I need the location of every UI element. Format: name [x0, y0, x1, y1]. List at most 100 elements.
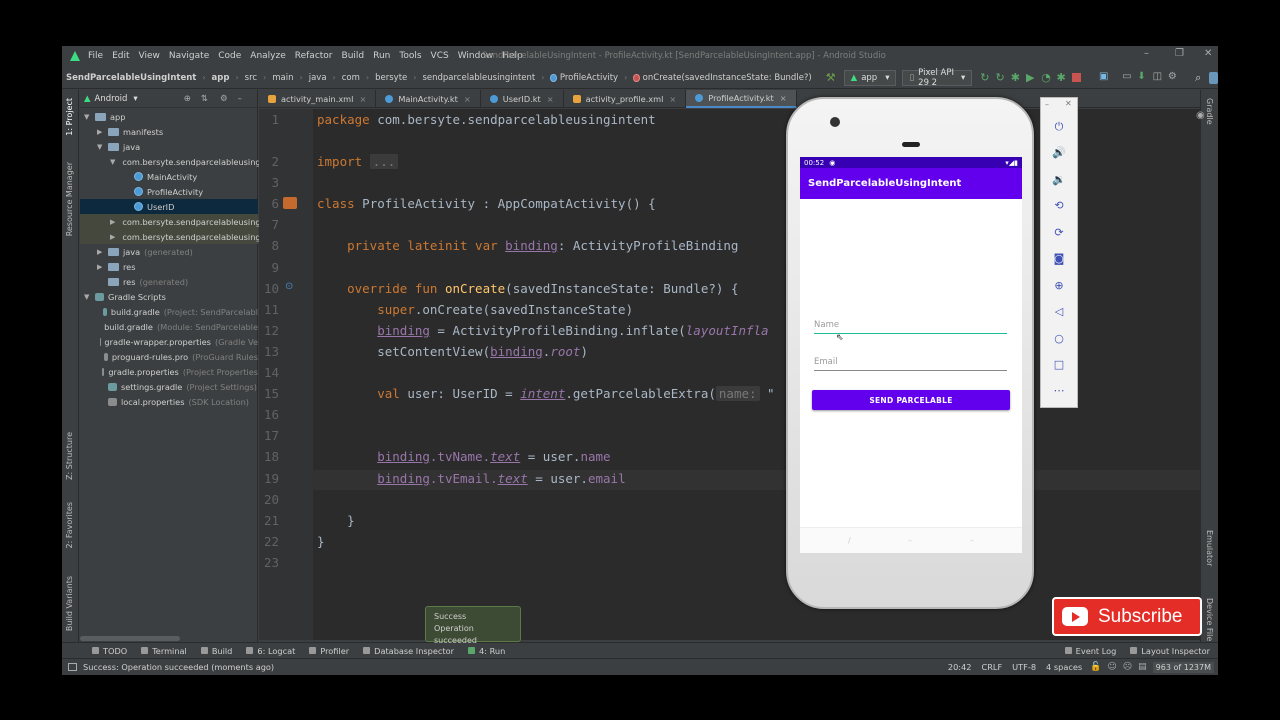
close-tab-icon[interactable]: ×	[780, 93, 787, 103]
horizontal-scrollbar[interactable]	[80, 636, 180, 641]
run-tab[interactable]: 4: Run	[468, 646, 505, 656]
back-icon[interactable]: ◁	[1052, 305, 1066, 319]
menu-build[interactable]: Build	[342, 51, 365, 61]
notifications-icon[interactable]: ▤	[1138, 662, 1147, 672]
tab-main-activity[interactable]: MainActivity.kt ×	[376, 89, 481, 108]
send-parcelable-button[interactable]: SEND PARCELABLE	[812, 390, 1010, 410]
gear-icon[interactable]: ⚙	[220, 94, 228, 104]
sdk-manager-icon[interactable]: ⬇	[1137, 71, 1147, 85]
coverage-icon[interactable]: ▶	[1026, 71, 1036, 85]
todo-tab[interactable]: TODO	[92, 646, 127, 656]
minimize-emulator-icon[interactable]: –	[1045, 100, 1049, 109]
status-panel-icon[interactable]	[68, 663, 77, 671]
breadcrumb-src[interactable]: src	[245, 73, 257, 83]
tree-item[interactable]: ▶ manifests	[80, 124, 258, 139]
structure-tab[interactable]: Z: Structure	[65, 432, 74, 480]
close-emulator-icon[interactable]: ✕	[1065, 99, 1072, 108]
close-tab-icon[interactable]: ×	[464, 94, 471, 104]
tree-item[interactable]: settings.gradle (Project Settings)	[80, 379, 258, 394]
code-editor[interactable]: package com.bersyte.sendparcelableusingi…	[313, 109, 1218, 640]
breadcrumb-project[interactable]: SendParcelableUsingIntent	[66, 73, 196, 83]
run-config-select[interactable]: ▲ app ▾	[843, 69, 897, 86]
chevron-down-icon[interactable]: ▾	[133, 94, 137, 104]
tree-item[interactable]: MainActivity	[80, 169, 258, 184]
overview-icon[interactable]: □	[1052, 358, 1066, 372]
name-input[interactable]: Name	[814, 320, 1007, 334]
tree-item[interactable]: ▶ com.bersyte.sendparcelableusing	[80, 229, 261, 244]
menu-file[interactable]: File	[88, 51, 103, 61]
resource-manager-tab[interactable]: Resource Manager	[65, 162, 74, 236]
breadcrumb-java[interactable]: java	[309, 73, 327, 83]
menu-code[interactable]: Code	[218, 51, 241, 61]
terminal-tab[interactable]: Terminal	[141, 646, 187, 656]
avd-manager-icon[interactable]: ▭	[1122, 71, 1132, 85]
breadcrumb-main[interactable]: main	[272, 73, 293, 83]
tree-item[interactable]: gradle-wrapper.properties (Gradle Ve	[80, 334, 258, 349]
tab-activity-profile-xml[interactable]: activity_profile.xml ×	[564, 89, 687, 108]
breadcrumb-com[interactable]: com	[342, 73, 360, 83]
recents-nav-icon[interactable]: –	[970, 536, 974, 545]
breadcrumb-package[interactable]: sendparcelableusingintent	[422, 73, 535, 83]
email-input[interactable]: Email	[814, 357, 1007, 371]
tree-item[interactable]: local.properties (SDK Location)	[80, 394, 258, 409]
volume-down-icon[interactable]: 🔉	[1052, 173, 1066, 187]
menu-refactor[interactable]: Refactor	[295, 51, 333, 61]
device-screen[interactable]: 00:52 ◉ ▾◢▮ SendParcelableUsingIntent Na…	[800, 157, 1022, 553]
attach-debugger-icon[interactable]: ✱	[1056, 71, 1066, 85]
maximize-icon[interactable]: ❐	[1175, 48, 1184, 59]
feedback-icon[interactable]: ☹	[1123, 662, 1132, 672]
eye-icon[interactable]: ◉	[1196, 110, 1205, 121]
menu-analyze[interactable]: Analyze	[250, 51, 285, 61]
hide-panel-icon[interactable]: –	[238, 94, 242, 104]
tree-item[interactable]: ▼ java	[80, 139, 258, 154]
more-options-icon[interactable]: ⋯	[1052, 384, 1066, 398]
favorites-tab[interactable]: 2: Favorites	[65, 502, 74, 548]
logcat-tab[interactable]: 6: Logcat	[246, 646, 295, 656]
tree-item[interactable]: ▼ com.bersyte.sendparcelableusing	[80, 154, 261, 169]
close-window-icon[interactable]: ✕	[1204, 48, 1212, 59]
menu-tools[interactable]: Tools	[399, 51, 421, 61]
rotate-right-icon[interactable]: ⟳	[1052, 226, 1066, 240]
chevron-right-icon[interactable]: ▶	[97, 248, 105, 256]
tree-item[interactable]: UserID	[80, 199, 258, 214]
menu-view[interactable]: View	[139, 51, 160, 61]
menu-navigate[interactable]: Navigate	[169, 51, 209, 61]
tab-profile-activity[interactable]: ProfileActivity.kt ×	[686, 89, 797, 108]
project-tool-tab[interactable]: 1: Project	[65, 98, 74, 136]
tree-item[interactable]: ▶ com.bersyte.sendparcelableusing	[80, 214, 261, 229]
gradle-tab[interactable]: Gradle	[1205, 98, 1214, 125]
settings-gear-icon[interactable]: ⚙	[1168, 71, 1178, 85]
sync-project-icon[interactable]: ▣	[1099, 71, 1109, 85]
memory-indicator[interactable]: 963 of 1237M	[1152, 661, 1214, 673]
rotate-left-icon[interactable]: ⟲	[1052, 199, 1066, 213]
device-select[interactable]: ▯ Pixel API 29 2 ▾	[902, 68, 973, 88]
breadcrumb-app[interactable]: app	[212, 73, 230, 83]
menu-vcs[interactable]: VCS	[431, 51, 449, 61]
tree-item[interactable]: ProfileActivity	[80, 184, 258, 199]
back-nav-icon[interactable]: /	[848, 536, 851, 545]
breadcrumb-method[interactable]: onCreate(savedInstanceState: Bundle?)	[643, 73, 812, 83]
breadcrumb-class[interactable]: ProfileActivity	[560, 73, 618, 83]
search-icon[interactable]: ⌕	[1195, 71, 1201, 85]
close-tab-icon[interactable]: ×	[547, 94, 554, 104]
stop-icon[interactable]	[1071, 71, 1082, 85]
status-message[interactable]: Success: Operation succeeded (moments ag…	[83, 662, 274, 672]
tree-item[interactable]: build.gradle (Module: SendParcelable	[80, 319, 258, 334]
breadcrumb-bersyte[interactable]: bersyte	[375, 73, 407, 83]
event-log-tab[interactable]: Event Log	[1064, 646, 1116, 656]
menu-edit[interactable]: Edit	[112, 51, 129, 61]
indent-setting[interactable]: 4 spaces	[1046, 662, 1082, 672]
project-view-select[interactable]: Android	[95, 94, 128, 104]
home-nav-icon[interactable]: –	[908, 536, 912, 545]
activity-gutter-icon[interactable]	[283, 197, 297, 209]
override-gutter-icon[interactable]: ⊙	[285, 281, 293, 292]
caret-position[interactable]: 20:42	[948, 662, 972, 672]
home-icon[interactable]: ○	[1052, 332, 1066, 346]
tree-item[interactable]: build.gradle (Project: SendParcelabl	[80, 304, 258, 319]
camera-screenshot-icon[interactable]: ◙	[1052, 252, 1066, 266]
database-inspector-tab[interactable]: Database Inspector	[363, 646, 454, 656]
close-tab-icon[interactable]: ×	[669, 94, 676, 104]
chevron-right-icon[interactable]: ▶	[110, 218, 115, 226]
profiler-tab[interactable]: Profiler	[309, 646, 349, 656]
chevron-down-icon[interactable]: ▼	[84, 293, 92, 301]
